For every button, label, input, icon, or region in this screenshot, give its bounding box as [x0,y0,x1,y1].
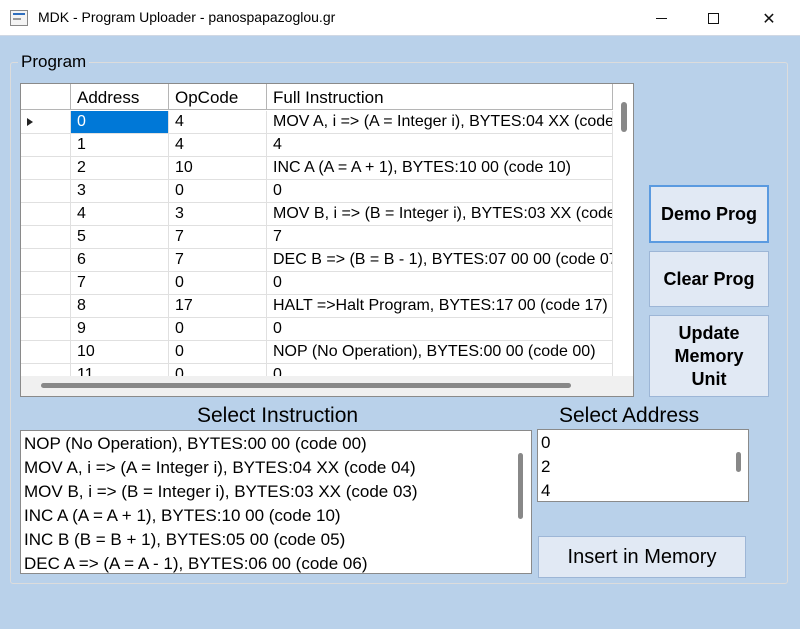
program-grid[interactable]: Address OpCode Full Instruction 0 4 MOV A,… [20,83,634,397]
row-header[interactable] [21,226,71,248]
opcode-cell[interactable]: 0 [169,272,267,294]
address-cell[interactable]: 9 [71,318,169,340]
list-item[interactable]: INC B (B = B + 1), BYTES:05 00 (code 05) [21,527,531,551]
row-header[interactable] [21,341,71,363]
maximize-button[interactable] [690,0,736,36]
list-item[interactable]: MOV B, i => (B = Integer i), BYTES:03 XX… [21,479,531,503]
table-row[interactable]: 900 [21,318,613,341]
row-header[interactable] [21,203,71,225]
instruction-cell[interactable]: 7 [267,226,613,248]
opcode-cell[interactable]: 0 [169,318,267,340]
program-group-label: Program [18,52,90,72]
current-row-arrow-icon [27,118,33,126]
row-header[interactable] [21,180,71,202]
address-cell[interactable]: 4 [71,203,169,225]
window-title: MDK - Program Uploader - panospapazoglou… [38,9,336,25]
instruction-cell[interactable]: 0 [267,180,613,202]
opcode-cell[interactable]: 3 [169,203,267,225]
address-cell[interactable]: 6 [71,249,169,271]
opcode-cell[interactable]: 7 [169,226,267,248]
opcode-cell[interactable]: 0 [169,180,267,202]
instruction-listbox[interactable]: NOP (No Operation), BYTES:00 00 (code 00… [20,430,532,574]
instruction-list-items: NOP (No Operation), BYTES:00 00 (code 00… [21,431,531,573]
opcode-cell[interactable]: 4 [169,134,267,156]
table-row[interactable]: 577 [21,226,613,249]
column-header-opcode[interactable]: OpCode [169,84,267,109]
address-cell[interactable]: 1 [71,134,169,156]
update-memory-unit-button[interactable]: Update Memory Unit [649,315,769,397]
column-header-instruction[interactable]: Full Instruction [267,84,613,109]
address-cell[interactable]: 5 [71,226,169,248]
row-header[interactable] [21,318,71,340]
grid-horizontal-scrollbar[interactable] [41,383,571,388]
maximize-icon [707,12,719,24]
close-button[interactable]: ✕ [746,0,792,36]
opcode-cell[interactable]: 0 [169,341,267,363]
minimize-icon [655,17,667,19]
instruction-cell[interactable]: 0 [267,318,613,340]
address-cell[interactable]: 0 [71,111,169,133]
grid-body: 0 4 MOV A, i => (A = Integer i), BYTES:04 … [21,111,613,387]
address-list-scrollbar[interactable] [736,452,741,472]
close-icon: ✕ [762,8,776,28]
instruction-cell[interactable]: NOP (No Operation), BYTES:00 00 (code 00… [267,341,613,363]
row-header[interactable] [21,295,71,317]
list-item[interactable]: 0 [538,430,748,454]
address-cell[interactable]: 3 [71,180,169,202]
update-button-line-3: Unit [691,368,727,389]
row-header[interactable] [21,272,71,294]
table-row[interactable]: 700 [21,272,613,295]
opcode-cell[interactable]: 10 [169,157,267,179]
table-row[interactable]: 8 17 HALT =>Halt Program, BYTES:17 00 (cod… [21,295,613,318]
list-item[interactable]: 4 [538,478,748,501]
grid-header: Address OpCode Full Instruction [21,84,613,110]
instruction-cell[interactable]: 0 [267,272,613,294]
list-item[interactable]: 2 [538,454,748,478]
instruction-list-scrollbar[interactable] [518,453,523,519]
instruction-cell[interactable]: 4 [267,134,613,156]
select-instruction-label: Select Instruction [197,404,359,427]
row-header[interactable] [21,111,71,133]
grid-vertical-scrollbar[interactable] [621,102,627,132]
select-address-label: Select Address [559,404,700,427]
opcode-cell[interactable]: 7 [169,249,267,271]
app-icon [10,10,28,26]
address-cell[interactable]: 10 [71,341,169,363]
title-bar: MDK - Program Uploader - panospapazoglou… [0,0,800,36]
minimize-button[interactable] [638,0,684,36]
clear-prog-button[interactable]: Clear Prog [649,251,769,307]
insert-in-memory-button[interactable]: Insert in Memory [538,536,746,578]
update-button-line-2: Memory [674,345,744,366]
table-row[interactable]: 0 4 MOV A, i => (A = Integer i), BYTES:04 … [21,111,613,134]
address-list-items: 024 [538,430,748,501]
row-header[interactable] [21,134,71,156]
instruction-cell[interactable]: MOV A, i => (A = Integer i), BYTES:04 XX… [267,111,613,133]
demo-prog-button[interactable]: Demo Prog [649,185,769,243]
list-item[interactable]: INC A (A = A + 1), BYTES:10 00 (code 10) [21,503,531,527]
address-cell[interactable]: 7 [71,272,169,294]
table-row[interactable]: 144 [21,134,613,157]
address-cell[interactable]: 8 [71,295,169,317]
update-button-line-1: Update [678,322,740,343]
list-item[interactable]: MOV A, i => (A = Integer i), BYTES:04 XX… [21,455,531,479]
table-row[interactable]: 10 0 NOP (No Operation), BYTES:00 00 (code… [21,341,613,364]
address-listbox[interactable]: 024 [537,429,749,502]
row-header[interactable] [21,249,71,271]
list-item[interactable]: NOP (No Operation), BYTES:00 00 (code 00… [21,431,531,455]
instruction-cell[interactable]: DEC B => (B = B - 1), BYTES:07 00 00 (co… [267,249,613,271]
opcode-cell[interactable]: 17 [169,295,267,317]
instruction-cell[interactable]: HALT =>Halt Program, BYTES:17 00 (code 1… [267,295,613,317]
column-header-address[interactable]: Address [71,84,169,109]
table-row[interactable]: 4 3 MOV B, i => (B = Integer i), BYTES:03 … [21,203,613,226]
row-header[interactable] [21,157,71,179]
opcode-cell[interactable]: 4 [169,111,267,133]
instruction-cell[interactable]: MOV B, i => (B = Integer i), BYTES:03 XX… [267,203,613,225]
instruction-cell[interactable]: INC A (A = A + 1), BYTES:10 00 (code 10) [267,157,613,179]
table-row[interactable]: 2 10 INC A (A = A + 1), BYTES:10 00 (code … [21,157,613,180]
address-cell[interactable]: 2 [71,157,169,179]
row-header-corner[interactable] [21,84,71,109]
table-row[interactable]: 6 7 DEC B => (B = B - 1), BYTES:07 00 00 (… [21,249,613,272]
list-item[interactable]: DEC A => (A = A - 1), BYTES:06 00 (code … [21,551,531,573]
table-row[interactable]: 300 [21,180,613,203]
